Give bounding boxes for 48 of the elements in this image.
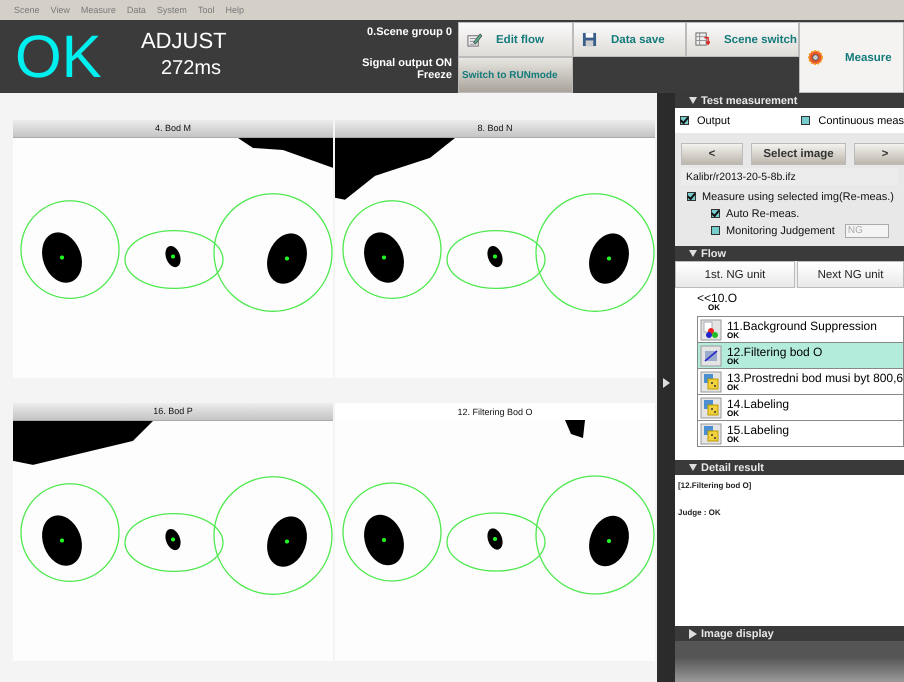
label-grid-icon bbox=[700, 370, 722, 392]
flow-item[interactable]: 11.Background Suppression OK bbox=[698, 317, 903, 343]
flow-item[interactable]: 13.Prostredni bod musi byt 800,6 OK bbox=[698, 369, 903, 395]
pencil-icon bbox=[467, 32, 482, 47]
signal-output-label: Signal output ON bbox=[362, 57, 452, 69]
checkbox[interactable] bbox=[680, 116, 689, 125]
scene-group-label: 0.Scene group 0 bbox=[367, 26, 452, 38]
freeze-label: Freeze bbox=[417, 69, 452, 81]
toolbar-button[interactable]: Edit flow bbox=[458, 22, 573, 57]
toolbar-button[interactable]: Scene switch bbox=[686, 22, 799, 57]
table-arrow-icon bbox=[695, 32, 710, 47]
detail-text: Judge : OK bbox=[678, 508, 722, 517]
image-nav-button[interactable]: > bbox=[854, 143, 904, 165]
flow-nav-button[interactable]: 1st. NG unit bbox=[675, 261, 795, 288]
detail-text: [12.Filtering bod O] bbox=[678, 481, 752, 490]
gear-icon bbox=[808, 50, 823, 65]
flow-nav-button[interactable]: Next NG unit bbox=[797, 261, 904, 288]
checkbox[interactable] bbox=[801, 116, 810, 125]
image-nav-button[interactable]: < bbox=[681, 143, 743, 165]
checkbox-label: Output bbox=[697, 114, 730, 126]
checkbox-label: Continuous meas bbox=[818, 114, 904, 126]
processing-time: 272ms bbox=[161, 57, 222, 80]
color-dots-icon bbox=[700, 318, 722, 340]
file-name: Kalibr/r2013-20-5-8b.ifz bbox=[681, 168, 898, 185]
section-header[interactable]: Flow bbox=[675, 246, 904, 261]
section-header[interactable]: Detail result bbox=[675, 460, 904, 475]
filter-curve-icon bbox=[700, 344, 722, 366]
checkbox-label: Monitoring Judgement bbox=[726, 224, 835, 236]
checkbox-label: Measure using selected img(Re-meas.) bbox=[702, 190, 894, 202]
judgement-status: OK bbox=[15, 22, 103, 92]
flow-parent-item[interactable]: <<10.O OK bbox=[697, 293, 904, 312]
image-panel-title[interactable]: 16. Bod P bbox=[13, 403, 333, 421]
checkbox-label: Auto Re-meas. bbox=[726, 208, 800, 220]
mode-label: ADJUST bbox=[141, 28, 227, 54]
image-nav-button[interactable]: Select image bbox=[751, 143, 846, 165]
image-panel-title[interactable]: 4. Bod M bbox=[13, 120, 333, 138]
section-header[interactable]: Test measurement bbox=[675, 93, 904, 108]
image-panel-title[interactable]: 8. Bod N bbox=[335, 120, 655, 138]
checkbox[interactable] bbox=[711, 226, 720, 235]
flow-item[interactable]: 14.Labeling OK bbox=[698, 395, 903, 421]
checkbox[interactable] bbox=[711, 209, 720, 218]
label-grid-icon bbox=[700, 396, 722, 418]
toolbar-button[interactable]: Measure bbox=[799, 22, 904, 93]
flow-item[interactable]: 12.Filtering bod O OK bbox=[698, 343, 903, 369]
label-grid-icon bbox=[700, 422, 722, 444]
checkbox[interactable] bbox=[687, 192, 696, 201]
section-header[interactable]: Image display bbox=[675, 626, 904, 641]
toolbar-button[interactable]: Data save bbox=[573, 22, 686, 57]
